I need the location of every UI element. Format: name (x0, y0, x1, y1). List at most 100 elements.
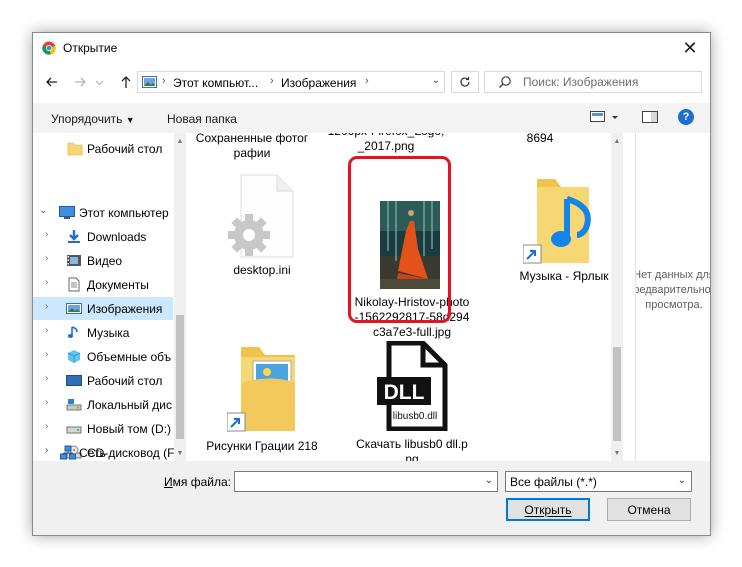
breadcrumb-separator-icon: › (162, 75, 166, 87)
file-name: 1200px-Firefox_Logo,_2017.png (328, 133, 445, 153)
preview-pane-icon (642, 111, 658, 123)
3d-objects-icon (67, 350, 81, 363)
sidebar-item-local-disk[interactable]: › Локальный дис (33, 393, 173, 416)
sidebar-item-video[interactable]: › Видео (33, 249, 173, 272)
chevron-right-icon: › (45, 373, 49, 384)
arrow-right-icon (75, 77, 86, 87)
sidebar-item-desktop[interactable]: › Рабочий стол (33, 369, 173, 392)
sidebar-item-label: Музыка (87, 326, 130, 340)
sidebar-item-music[interactable]: › Музыка (33, 321, 173, 344)
filetype-select[interactable]: Все файлы (*.*) ⌄ (505, 471, 692, 492)
dll-file-label: libusb0.dll (393, 411, 437, 422)
breadcrumb-this-pc[interactable]: Этот компьют... (173, 76, 258, 90)
scroll-down-icon[interactable]: ▼ (174, 447, 186, 459)
network-icon (60, 445, 76, 460)
download-icon (68, 230, 80, 243)
chevron-down-icon (95, 80, 103, 85)
new-folder-button[interactable]: Новая папка (167, 112, 237, 126)
chevron-right-icon: › (45, 445, 49, 456)
sidebar-item-label: Документы (87, 278, 149, 292)
list-item[interactable]: DLL libusb0.dll Скачать libusb0 dll.png (353, 341, 471, 461)
sidebar-item-label: Видео (87, 254, 123, 268)
chevron-down-icon: ⌄ (677, 475, 686, 486)
list-item[interactable]: Сохраненные фотографии (193, 133, 311, 163)
scrollbar-thumb[interactable] (613, 347, 621, 441)
breadcrumb-pictures[interactable]: Изображения (281, 76, 356, 90)
sidebar-item-label: Сеть (79, 446, 106, 460)
file-name: 8694 (526, 133, 554, 145)
sidebar-item-label: Downloads (87, 230, 147, 244)
sidebar-item-new-volume[interactable]: › Новый том (D:) (33, 417, 173, 440)
scroll-up-icon[interactable]: ▲ (174, 135, 186, 147)
sidebar-scrollbar[interactable]: ▲ ▼ (174, 133, 186, 461)
search-icon (499, 76, 511, 88)
sidebar-item-3d-objects[interactable]: › Объемные объ (33, 345, 173, 368)
list-item[interactable]: Музыка - Ярлык (505, 173, 623, 283)
sidebar-item-pictures[interactable]: › Изображения (33, 297, 173, 320)
list-item[interactable]: desktop.ini (203, 171, 321, 281)
forward-button[interactable] (71, 73, 89, 91)
chevron-right-icon: › (45, 325, 49, 336)
preview-pane-button[interactable] (642, 110, 658, 127)
sidebar-item-label: Новый том (D:) (87, 422, 171, 436)
organize-button[interactable]: Упорядочить ▼ (51, 112, 135, 126)
drive-icon (66, 399, 82, 411)
up-button[interactable] (117, 73, 135, 91)
filename-input[interactable] (238, 474, 468, 489)
close-icon: ✕ (682, 37, 698, 58)
chevron-down-icon[interactable]: ⌄ (485, 475, 493, 486)
organize-label: Упорядочить (51, 112, 123, 126)
breadcrumb-separator-icon: › (270, 75, 274, 87)
help-icon: ? (682, 111, 690, 123)
address-dropdown-icon[interactable]: ⌄ (432, 75, 440, 86)
cancel-button[interactable]: Отмена (607, 498, 691, 521)
file-name: Скачать libusb0 dll.png (356, 437, 468, 461)
arrow-left-icon (46, 77, 57, 87)
scroll-down-icon[interactable]: ▼ (611, 447, 623, 459)
recent-locations-button[interactable] (93, 73, 105, 91)
video-icon (67, 255, 81, 266)
music-folder-shortcut-icon (523, 179, 591, 264)
arrow-up-icon (121, 76, 131, 88)
sidebar-item-downloads[interactable]: › Downloads (33, 225, 173, 248)
command-bar: Упорядочить ▼ Новая папка ? (33, 103, 710, 133)
open-button-label: Открыть (524, 502, 572, 517)
list-item[interactable]: 8694 (481, 133, 599, 153)
pictures-icon (142, 76, 157, 88)
help-button[interactable]: ? (678, 109, 694, 125)
sidebar-item-this-pc[interactable]: ⌄ Этот компьютер (33, 201, 173, 224)
content-scrollbar[interactable]: ▲ ▼ (611, 133, 623, 461)
open-button[interactable]: Открыть (506, 498, 590, 521)
file-name: Рисунки Грации 218 (206, 439, 318, 453)
sidebar-item-label: Изображения (87, 302, 163, 316)
window-title: Открытие (63, 41, 118, 55)
view-icon (590, 111, 618, 122)
file-name: desktop.ini (233, 263, 291, 277)
chevron-right-icon: › (45, 421, 49, 432)
refresh-button[interactable] (451, 71, 479, 93)
pictures-folder-shortcut-icon (227, 347, 295, 432)
filename-label: Имя файла: (164, 475, 231, 489)
dll-big-label: DLL (384, 381, 425, 404)
close-button[interactable]: ✕ (670, 33, 710, 63)
back-button[interactable] (43, 73, 61, 91)
search-box[interactable] (484, 71, 702, 93)
address-bar[interactable]: › Этот компьют... › Изображения › ⌄ (137, 71, 445, 93)
search-input[interactable] (523, 74, 693, 90)
sidebar-item-desktop-quick[interactable]: Рабочий стол (33, 137, 173, 160)
dll-file-icon: DLL libusb0.dll (377, 341, 448, 431)
music-icon (67, 326, 78, 338)
list-item[interactable]: Рисунки Грации 218 (203, 343, 321, 461)
filename-label-accel: И (164, 475, 173, 489)
sidebar-item-documents[interactable]: › Документы (33, 273, 173, 296)
view-options-button[interactable] (590, 110, 620, 127)
open-file-dialog: Открытие ✕ › Этот компьют... › Изображен… (32, 32, 711, 536)
sidebar-item-label: Объемные объ (87, 350, 172, 364)
settings-file-icon (228, 174, 294, 258)
scroll-up-icon[interactable]: ▲ (611, 135, 623, 147)
filename-label-rest: мя файла: (172, 475, 231, 489)
preview-message: Нет данных для предварительного просмотр… (636, 269, 711, 311)
sidebar-item-label: Этот компьютер (79, 206, 169, 220)
scrollbar-thumb[interactable] (176, 315, 184, 439)
filename-field[interactable]: ⌄ (234, 471, 498, 492)
